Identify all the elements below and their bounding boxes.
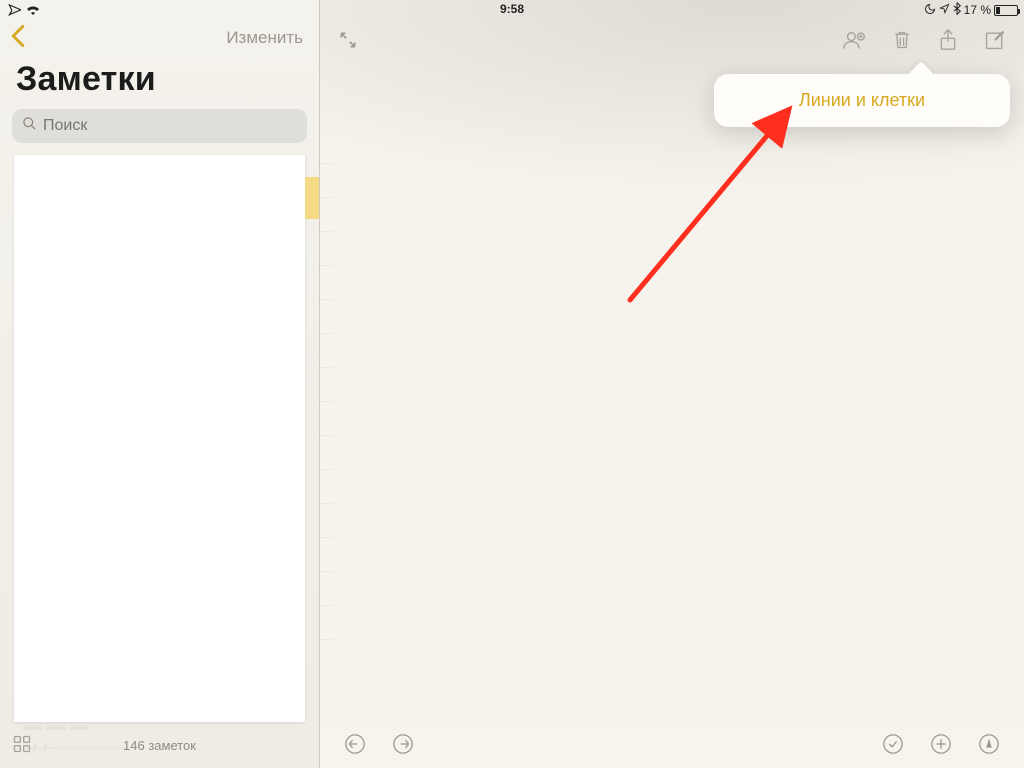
checklist-icon[interactable] xyxy=(882,733,904,760)
do-not-disturb-icon xyxy=(924,3,936,18)
notes-count: 146 заметок xyxy=(123,738,196,753)
wifi-icon xyxy=(25,3,41,18)
notes-sidebar: Изменить Заметки — — — ··/··/···· ···· ·… xyxy=(0,0,320,768)
status-time: 9:58 xyxy=(500,2,524,16)
location-icon xyxy=(939,3,950,17)
editor-margin-rule xyxy=(319,130,333,708)
sidebar-footer: 146 заметок xyxy=(0,722,319,768)
add-attachment-icon[interactable] xyxy=(930,733,952,760)
gallery-view-icon[interactable] xyxy=(12,734,32,757)
airplane-mode-icon xyxy=(6,2,21,19)
selected-note-indicator xyxy=(305,177,319,219)
lines-and-grids-option[interactable]: Линии и клетки xyxy=(714,90,1010,111)
back-button[interactable] xyxy=(10,24,26,53)
share-popover: Линии и клетки xyxy=(714,74,1010,127)
redo-icon[interactable] xyxy=(392,733,414,760)
edit-button[interactable]: Изменить xyxy=(226,28,303,48)
trash-icon[interactable] xyxy=(892,29,912,56)
search-icon xyxy=(22,116,37,136)
editor-bottom-toolbar xyxy=(320,724,1024,768)
undo-icon[interactable] xyxy=(344,733,366,760)
share-icon[interactable] xyxy=(938,28,958,57)
status-bar: 9:58 17 % xyxy=(0,0,1024,20)
notes-list[interactable] xyxy=(14,155,305,722)
battery-percent: 17 % xyxy=(964,3,991,17)
add-people-icon[interactable] xyxy=(842,29,866,56)
markup-icon[interactable] xyxy=(978,733,1000,760)
compose-icon[interactable] xyxy=(984,29,1006,56)
note-editor[interactable]: Линии и клетки xyxy=(320,0,1024,768)
search-text[interactable] xyxy=(43,117,297,135)
bluetooth-icon xyxy=(953,2,961,18)
sidebar-title: Заметки xyxy=(0,56,319,109)
battery-icon xyxy=(994,5,1018,16)
expand-icon[interactable] xyxy=(338,30,358,55)
search-input[interactable] xyxy=(12,109,307,143)
editor-toolbar xyxy=(320,20,1024,64)
